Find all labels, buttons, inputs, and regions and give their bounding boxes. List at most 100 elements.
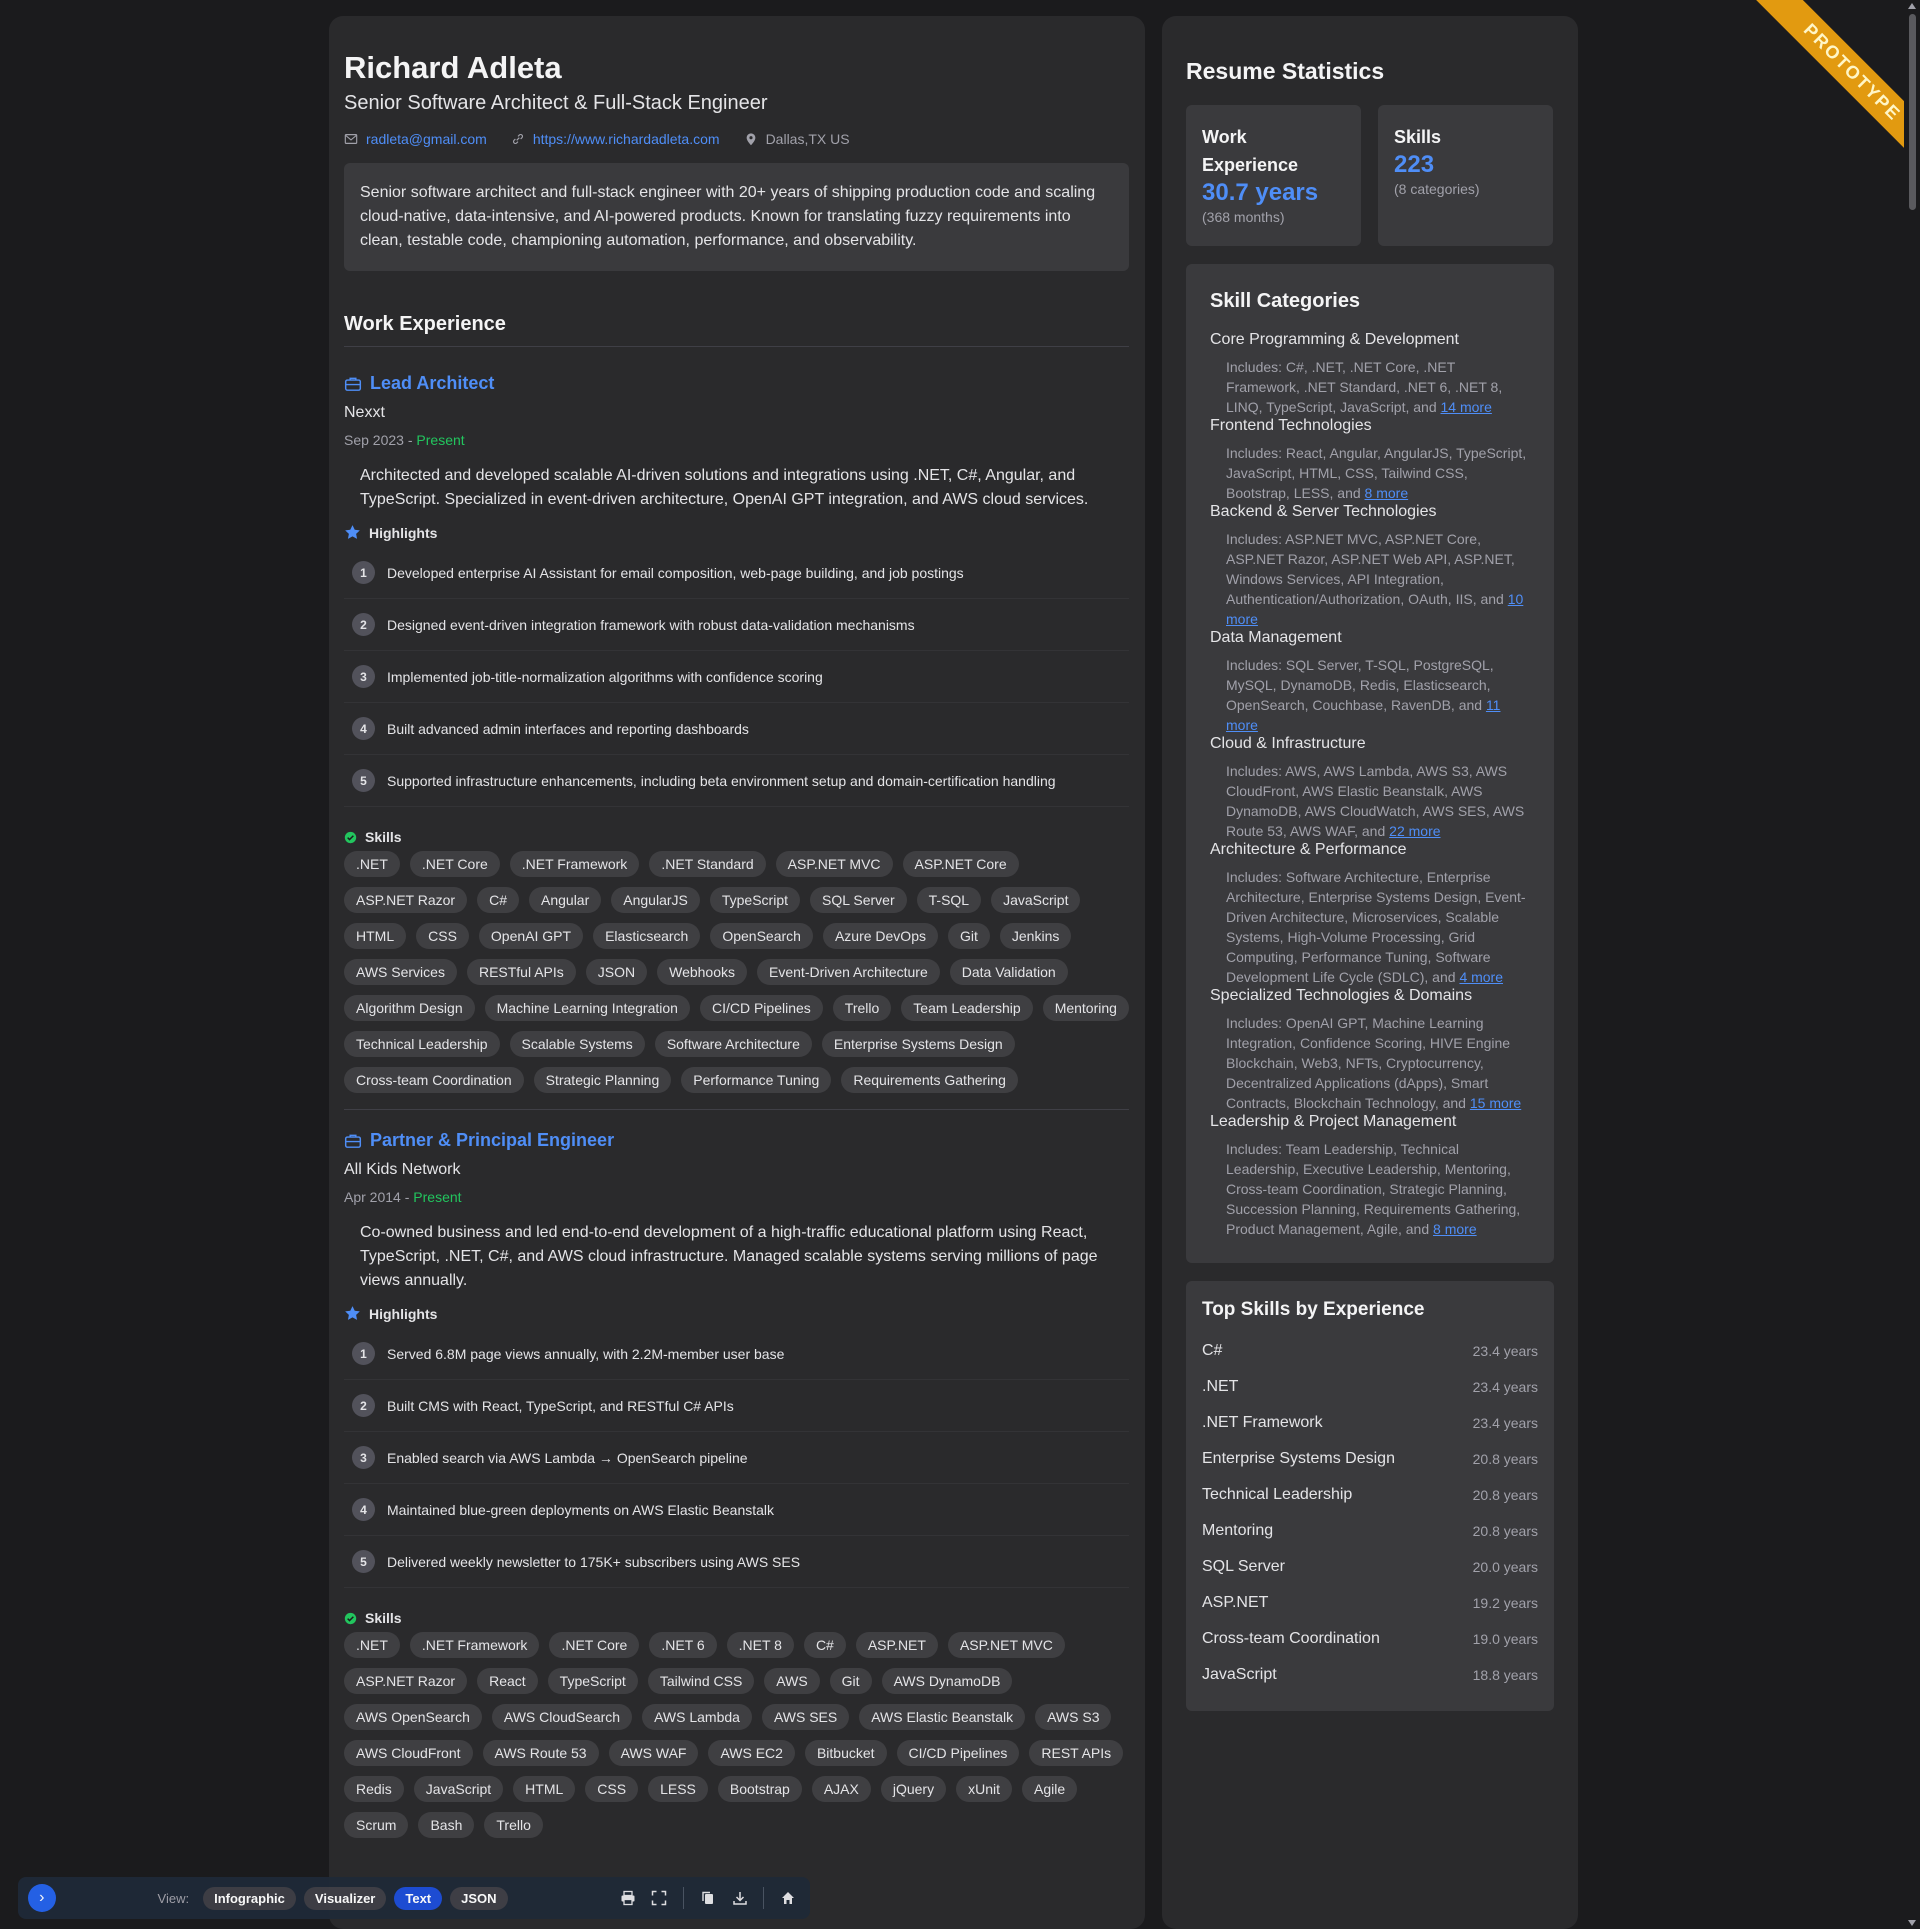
scroll-up-icon[interactable] — [1908, 3, 1916, 9]
category-item: Frontend Technologies Includes: React, An… — [1210, 417, 1530, 503]
skill-chip: .NET — [344, 1632, 400, 1658]
category-item: Leadership & Project Management Includes:… — [1210, 1113, 1530, 1239]
view-infographic-button[interactable]: Infographic — [203, 1886, 296, 1910]
highlight-text: Implemented job-title-normalization algo… — [387, 668, 823, 685]
category-more-link[interactable]: 4 more — [1459, 969, 1503, 985]
skill-chip: .NET Framework — [509, 851, 640, 877]
page-scrollbar[interactable] — [1904, 0, 1920, 1929]
highlight-text: Built advanced admin interfaces and repo… — [387, 720, 749, 737]
skill-chip: AngularJS — [611, 887, 700, 913]
top-skill-row: Mentoring 20.8 years — [1202, 1513, 1538, 1549]
category-more-link[interactable]: 8 more — [1365, 485, 1409, 501]
category-includes-text: Includes: OpenAI GPT, Machine Learning I… — [1226, 1015, 1511, 1111]
skills-heading: Skills — [344, 829, 1129, 845]
highlight-text: Designed event-driven integration framew… — [387, 616, 915, 633]
view-visualizer-button[interactable]: Visualizer — [303, 1886, 387, 1910]
top-skill-row: JavaScript 18.8 years — [1202, 1657, 1538, 1693]
top-skill-years: 20.8 years — [1472, 1523, 1538, 1539]
email-link[interactable]: radleta@gmail.com — [366, 131, 487, 147]
check-circle-icon — [344, 1612, 357, 1624]
category-item: Cloud & Infrastructure Includes: AWS, AWS… — [1210, 735, 1530, 841]
highlights-label: Highlights — [369, 524, 438, 541]
skill-chip: Strategic Planning — [533, 1067, 672, 1093]
skill-chip: ASP.NET — [855, 1632, 938, 1658]
skill-chip: Performance Tuning — [681, 1067, 832, 1093]
category-more-link[interactable]: 15 more — [1470, 1095, 1521, 1111]
fullscreen-icon[interactable] — [648, 1886, 672, 1910]
skill-chip: .NET Framework — [409, 1632, 540, 1658]
home-icon[interactable] — [776, 1886, 800, 1910]
stat-note: (8 categories) — [1394, 181, 1480, 197]
view-json-button[interactable]: JSON — [450, 1886, 508, 1910]
candidate-title: Senior Software Architect & Full-Stack E… — [344, 92, 768, 114]
job-description: Co-owned business and led end-to-end dev… — [360, 1224, 1098, 1289]
stat-note: (368 months) — [1202, 209, 1285, 225]
top-skill-years: 19.0 years — [1472, 1631, 1538, 1647]
top-skill-years: 23.4 years — [1472, 1343, 1538, 1359]
skill-chip: ASP.NET Core — [902, 851, 1019, 877]
scroll-thumb[interactable] — [1909, 14, 1916, 210]
top-skill-name: Technical Leadership — [1202, 1486, 1353, 1503]
category-includes: Includes: Software Architecture, Enterpr… — [1226, 867, 1530, 987]
print-icon[interactable] — [616, 1886, 640, 1910]
category-item: Specialized Technologies & Domains Includ… — [1210, 987, 1530, 1113]
company-name: All Kids Network — [344, 1161, 461, 1178]
skill-chip: CSS — [585, 1776, 639, 1802]
toolbar-collapse-button[interactable]: › — [28, 1884, 56, 1912]
skill-chip: AWS OpenSearch — [344, 1704, 482, 1730]
highlight-item: 3 Enabled search via AWS Lambda → OpenSea… — [344, 1432, 1129, 1484]
skill-chip: Technical Leadership — [344, 1031, 500, 1057]
category-name: Frontend Technologies — [1210, 417, 1372, 434]
job-title[interactable]: Lead Architect — [344, 373, 1129, 394]
skill-chip: .NET Core — [549, 1632, 640, 1658]
skill-chip: HTML — [513, 1776, 576, 1802]
category-more-link[interactable]: 22 more — [1389, 823, 1440, 839]
download-icon[interactable] — [728, 1886, 752, 1910]
category-item: Data Management Includes: SQL Server, T-S… — [1210, 629, 1530, 735]
copy-icon[interactable] — [696, 1886, 720, 1910]
skill-chip: Scrum — [344, 1812, 409, 1838]
category-item: Backend & Server Technologies Includes: A… — [1210, 503, 1530, 629]
category-item: Architecture & Performance Includes: Soft… — [1210, 841, 1530, 987]
job-title[interactable]: Partner & Principal Engineer — [344, 1130, 1129, 1151]
skill-chip: AWS Services — [344, 959, 457, 985]
skill-chip: JSON — [585, 959, 648, 985]
job-entry: Partner & Principal Engineer All Kids Net… — [344, 1109, 1129, 1838]
skill-chip: Tailwind CSS — [647, 1668, 755, 1694]
skill-chip-list: .NET .NET Framework .NET Core .NET 6 .NET 8 C… — [344, 1632, 1129, 1838]
skill-chip: Trello — [832, 995, 892, 1021]
view-toolbar: › View: Infographic Visualizer Text JSON — [18, 1877, 810, 1919]
location-pin-icon — [746, 133, 755, 146]
skill-chip: OpenSearch — [710, 923, 813, 949]
skill-chip: Event-Driven Architecture — [757, 959, 940, 985]
top-skill-name: .NET Framework — [1202, 1414, 1323, 1431]
highlight-number: 4 — [352, 717, 375, 740]
category-includes: Includes: Team Leadership, Technical Lea… — [1226, 1139, 1530, 1239]
category-more-link[interactable]: 8 more — [1433, 1221, 1477, 1237]
skill-chip: Trello — [484, 1812, 543, 1838]
job-title-text: Lead Architect — [370, 373, 495, 393]
category-name: Leadership & Project Management — [1210, 1113, 1457, 1130]
email-icon — [344, 134, 358, 144]
category-more-link[interactable]: 14 more — [1441, 399, 1492, 415]
skill-chip: Team Leadership — [901, 995, 1033, 1021]
highlight-number: 4 — [352, 1498, 375, 1521]
category-includes-text: Includes: AWS, AWS Lambda, AWS S3, AWS C… — [1226, 763, 1525, 839]
website-link[interactable]: https://www.richardadleta.com — [533, 131, 720, 147]
date-separator: - — [403, 432, 417, 448]
top-skill-row: ASP.NET 19.2 years — [1202, 1585, 1538, 1621]
top-skill-row: .NET 23.4 years — [1202, 1369, 1538, 1405]
highlight-text: Built CMS with React, TypeScript, and RE… — [387, 1397, 734, 1414]
view-text-button[interactable]: Text — [394, 1886, 443, 1910]
skill-chip: .NET 6 — [649, 1632, 717, 1658]
category-includes: Includes: React, Angular, AngularJS, Typ… — [1226, 443, 1530, 503]
statistics-heading: Resume Statistics — [1186, 58, 1385, 84]
skill-chip: Algorithm Design — [344, 995, 475, 1021]
top-skill-name: .NET — [1202, 1378, 1239, 1395]
highlight-item: 3 Implemented job-title-normalization alg… — [344, 651, 1129, 703]
skill-chip: LESS — [648, 1776, 708, 1802]
skill-chip: AWS WAF — [608, 1740, 699, 1766]
top-skill-years: 19.2 years — [1472, 1595, 1538, 1611]
skill-chip: Bootstrap — [717, 1776, 802, 1802]
scroll-down-icon[interactable] — [1908, 1920, 1916, 1926]
